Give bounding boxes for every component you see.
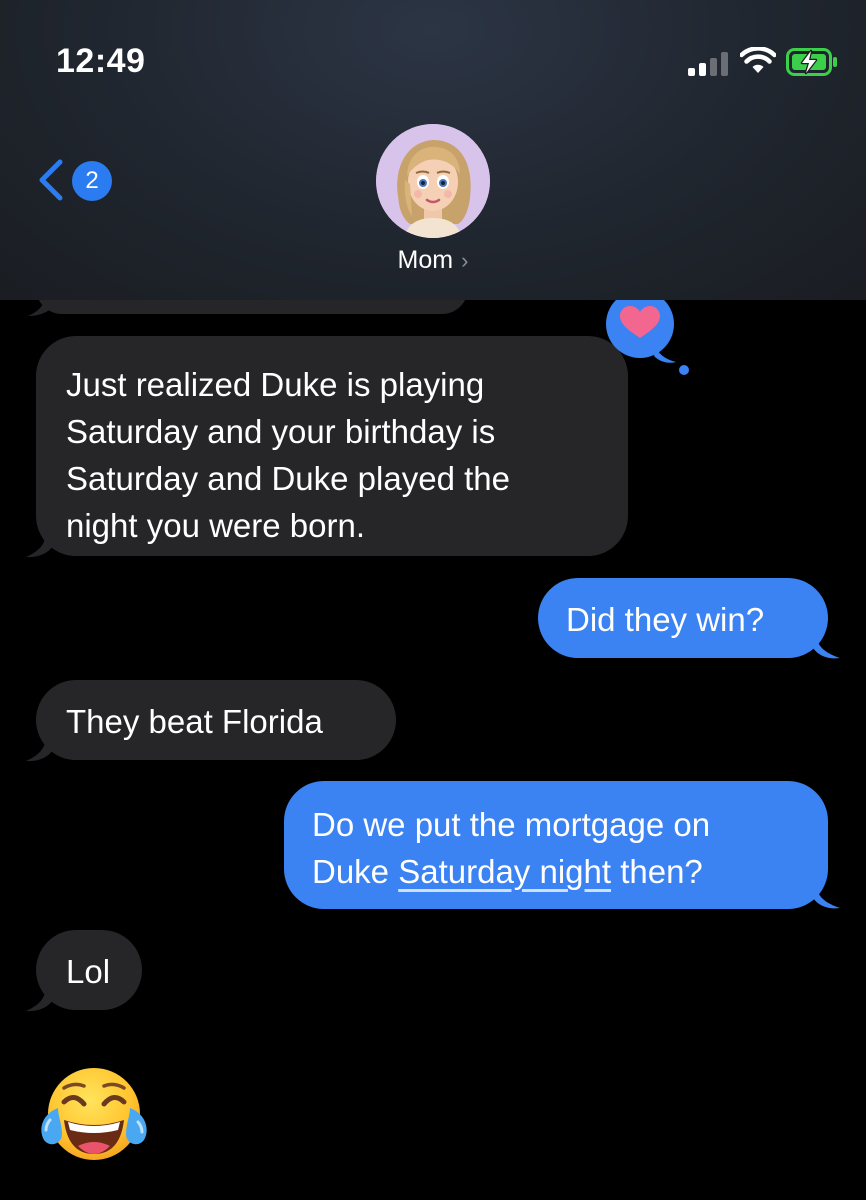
conversation-header: 12:49 2 Mom › [0,0,866,300]
chevron-right-icon: › [461,248,469,273]
message-text: Duke [312,853,399,890]
contact-name: Mom [397,246,454,274]
contact-name-button[interactable]: Mom › [0,246,866,275]
message-line: night you were born. [66,507,366,544]
date-detector-link[interactable]: Saturday night [398,853,611,890]
message-text: They beat Florida [66,703,323,740]
message-text: then? [611,853,703,890]
heart-tapback-icon[interactable] [598,290,694,378]
message-line: Just realized Duke is playing [66,366,485,403]
battery-charging-icon [786,48,837,76]
message-bubble-sent[interactable]: Do we put the mortgage on Duke Saturday … [284,781,828,909]
unread-count-badge: 2 [72,161,112,201]
message-text: Lol [66,953,111,990]
cellular-signal-icon [688,52,728,76]
message-bubble-sent[interactable]: Did they win? [538,578,828,658]
bubble-tail [26,734,54,762]
bubble-tail [26,530,54,558]
bubble-tail [812,632,840,659]
message-text: Did they win? [566,601,765,638]
message-bubble-received[interactable]: Just realized Duke is playing Saturday a… [36,336,628,556]
tears-of-joy-emoji-icon[interactable] [38,1064,150,1168]
memoji-avatar-icon [376,124,490,238]
status-bar-time: 12:49 [56,42,146,80]
back-button[interactable]: 2 [36,156,116,206]
message-line: Saturday and Duke played the [66,460,510,497]
messages-screen: 12:49 2 Mom › Just realized Duke is play… [0,0,866,1200]
message-line: Do we put the mortgage on [312,806,711,843]
bubble-tail [812,882,840,909]
message-bubble-received[interactable]: They beat Florida [36,680,396,760]
wifi-icon [740,47,776,73]
message-line: Saturday and your birthday is [66,413,496,450]
message-line: Duke Saturday night then? [312,848,802,895]
chevron-left-icon [39,159,63,201]
bubble-tail [26,984,54,1012]
contact-avatar[interactable] [376,124,490,238]
